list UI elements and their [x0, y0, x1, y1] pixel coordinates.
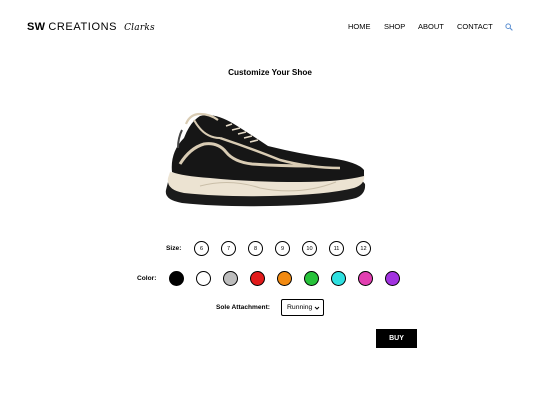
search-icon[interactable] — [505, 23, 513, 31]
color-swatch[interactable] — [304, 271, 319, 286]
color-swatch[interactable] — [277, 271, 292, 286]
buy-button[interactable]: BUY — [376, 329, 417, 348]
page-title: Customize Your Shoe — [228, 68, 312, 77]
color-swatch[interactable] — [196, 271, 211, 286]
size-label: Size: — [166, 245, 182, 252]
color-swatch[interactable] — [169, 271, 184, 286]
size-option-6[interactable]: 6 — [194, 241, 209, 256]
size-option-10[interactable]: 10 — [302, 241, 317, 256]
color-swatch[interactable] — [385, 271, 400, 286]
nav-link-contact[interactable]: CONTACT — [457, 22, 493, 31]
color-swatch[interactable] — [331, 271, 346, 286]
main-nav: HOME SHOP ABOUT CONTACT — [0, 22, 540, 36]
nav-link-shop[interactable]: SHOP — [384, 22, 405, 31]
site-header: SW CREATIONS Clarks HOME SHOP ABOUT CONT… — [0, 0, 540, 56]
size-option-7[interactable]: 7 — [221, 241, 236, 256]
nav-link-home[interactable]: HOME — [348, 22, 371, 31]
color-swatch[interactable] — [250, 271, 265, 286]
nav-link-about[interactable]: ABOUT — [418, 22, 444, 31]
sole-attachment-select[interactable]: Running — [281, 299, 324, 316]
color-label: Color: — [137, 275, 157, 282]
size-option-12[interactable]: 12 — [356, 241, 371, 256]
color-swatch[interactable] — [358, 271, 373, 286]
size-option-11[interactable]: 11 — [329, 241, 344, 256]
shoe-preview-image — [165, 112, 366, 207]
size-option-8[interactable]: 8 — [248, 241, 263, 256]
chevron-down-icon — [314, 306, 320, 310]
sole-attachment-value: Running — [287, 304, 313, 311]
sole-attachment-label: Sole Attachment: — [216, 304, 270, 311]
color-swatch[interactable] — [223, 271, 238, 286]
size-option-9[interactable]: 9 — [275, 241, 290, 256]
